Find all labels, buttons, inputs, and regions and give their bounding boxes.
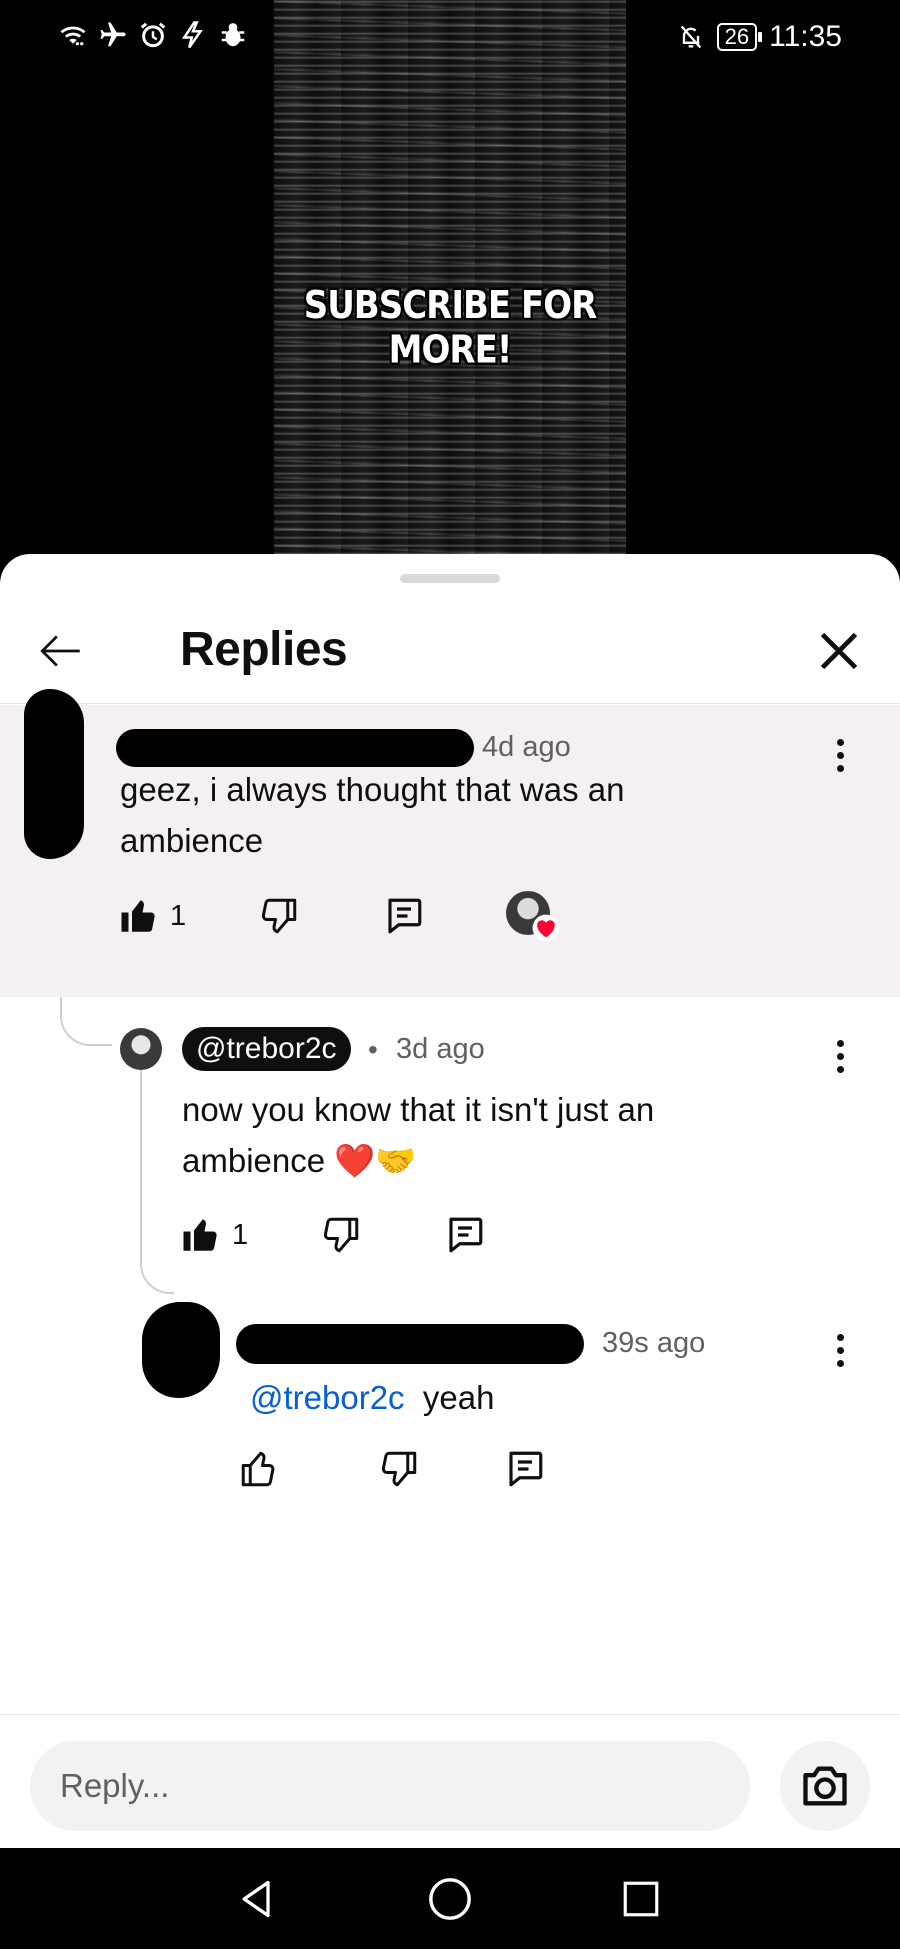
flash-icon <box>181 21 203 49</box>
bell-off-icon <box>680 25 701 49</box>
airplane-icon <box>100 22 126 47</box>
dislike-button[interactable] <box>320 1214 362 1256</box>
camera-icon <box>803 1766 847 1806</box>
avatar <box>120 1583 160 1623</box>
reply-button[interactable] <box>504 1448 546 1490</box>
thumbs-down-icon <box>261 898 297 934</box>
reply-bar <box>0 1714 900 1848</box>
bug-icon <box>221 23 245 47</box>
camera-button[interactable] <box>780 1741 870 1831</box>
wifi-icon <box>60 26 86 46</box>
avatar <box>120 1028 162 1070</box>
arrow-left-icon <box>40 635 80 667</box>
nav-recents-button[interactable] <box>616 1874 666 1924</box>
square-recents-icon <box>623 1881 659 1917</box>
reply-button[interactable] <box>383 895 425 937</box>
comment-icon <box>509 1451 543 1487</box>
nav-back-button[interactable] <box>232 1874 282 1924</box>
redacted-avatar <box>142 1302 220 1398</box>
thumbs-up-filled-icon <box>183 1219 217 1251</box>
like-button[interactable]: 1 <box>118 895 186 937</box>
like-button[interactable] <box>238 1448 280 1490</box>
comment-time: 3d ago <box>396 1033 485 1065</box>
alarm-icon <box>140 22 166 48</box>
dislike-button[interactable] <box>258 895 300 937</box>
author-chip[interactable]: @trebor2c <box>182 1027 351 1071</box>
close-button[interactable] <box>808 620 870 682</box>
comment-time: 39s ago <box>602 1327 706 1359</box>
parent-comment[interactable]: 4d ago geez, i always thought that was a… <box>0 689 900 997</box>
triangle-back-icon <box>242 1880 270 1918</box>
redacted-avatar <box>24 689 84 859</box>
thumbs-down-icon <box>381 1451 417 1487</box>
video-frame <box>274 0 626 560</box>
comment-icon <box>388 898 422 934</box>
close-icon <box>820 632 858 670</box>
comment-text: now you know that it isn't just an ambie… <box>182 1091 655 1179</box>
thumbs-down-icon <box>323 1217 359 1253</box>
status-right: 26 11:35 <box>677 20 842 54</box>
more-options-button[interactable] <box>820 725 860 785</box>
video-caption: SUBSCRIBE FOR MORE! <box>303 283 598 373</box>
replies-sheet: Replies 4d ago geez, i always thought th… <box>0 554 900 1848</box>
thumbs-up-icon <box>241 1451 275 1487</box>
reply-button[interactable] <box>444 1214 486 1256</box>
sheet-title: Replies <box>180 623 348 676</box>
mention-link[interactable]: @trebor2c <box>250 1379 405 1416</box>
thumbs-up-filled-icon <box>121 900 155 932</box>
redacted-username <box>116 729 474 767</box>
comment-icon <box>449 1217 483 1253</box>
status-bar: 26 11:35 <box>0 0 900 78</box>
navigation-bar <box>0 1848 900 1949</box>
battery-icon: 26 <box>716 23 763 51</box>
comment-time: 4d ago <box>482 731 571 763</box>
heart-icon <box>532 914 560 942</box>
redacted-username <box>236 1324 584 1364</box>
video-player[interactable]: SUBSCRIBE FOR MORE! <box>0 0 900 560</box>
like-count: 1 <box>232 1218 249 1251</box>
comment-text: @trebor2c yeah <box>250 1372 770 1423</box>
more-options-button[interactable] <box>820 1026 860 1086</box>
like-button[interactable]: 1 <box>180 1214 248 1256</box>
back-button[interactable] <box>30 620 92 682</box>
drag-handle[interactable] <box>400 574 500 583</box>
comment-body: yeah <box>422 1379 495 1416</box>
clock: 11:35 <box>769 20 842 53</box>
reply-input[interactable] <box>30 1741 750 1831</box>
sheet-header: Replies <box>0 594 900 704</box>
like-count: 1 <box>170 899 187 932</box>
separator: • <box>368 1034 378 1065</box>
status-left-icons <box>58 20 248 50</box>
nav-home-button[interactable] <box>425 1874 475 1924</box>
dislike-button[interactable] <box>378 1448 420 1490</box>
circle-home-icon <box>429 1878 471 1920</box>
comment-text: geez, i always thought that was an ambie… <box>120 771 625 859</box>
more-options-button[interactable] <box>820 1320 860 1380</box>
